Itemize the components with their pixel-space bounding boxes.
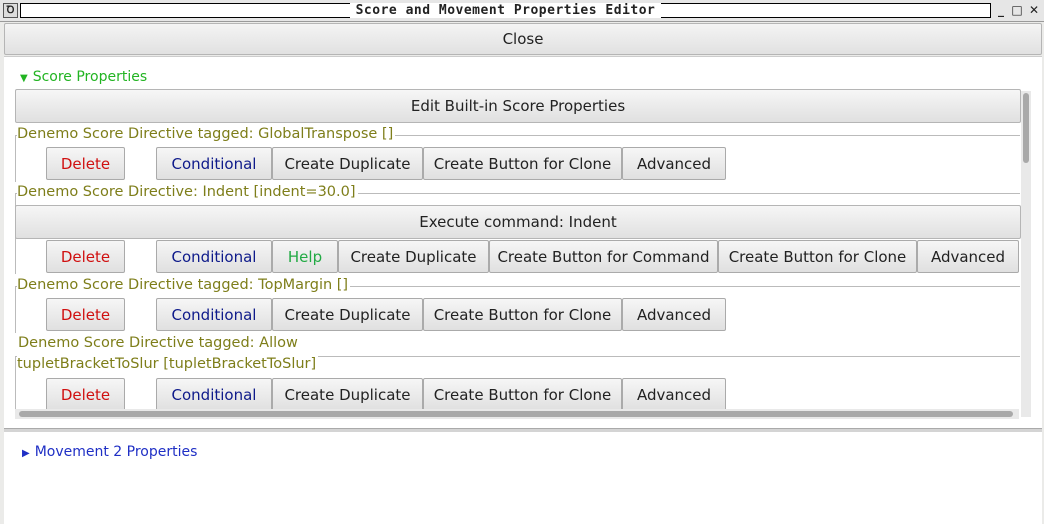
create-button-for-clone-button[interactable]: Create Button for Clone <box>423 378 622 411</box>
score-properties-expander[interactable]: ▼ Score Properties <box>20 69 147 85</box>
edit-builtin-score-properties-button[interactable]: Edit Built-in Score Properties <box>15 89 1021 123</box>
help-button[interactable]: Help <box>272 240 338 273</box>
conditional-button[interactable]: Conditional <box>156 298 272 331</box>
movement-2-properties-label: Movement 2 Properties <box>34 444 198 460</box>
directive-label: Denemo Score Directive tagged: TopMargin… <box>17 277 351 293</box>
movement-properties-panel: ▶ Movement 2 Properties <box>4 432 1042 524</box>
conditional-button[interactable]: Conditional <box>156 147 272 180</box>
create-button-for-clone-button[interactable]: Create Button for Clone <box>423 298 622 331</box>
create-button-for-clone-button[interactable]: Create Button for Clone <box>423 147 622 180</box>
create-duplicate-button[interactable]: Create Duplicate <box>272 378 423 411</box>
advanced-button[interactable]: Advanced <box>622 378 726 411</box>
directive-label: Denemo Score Directive tagged: GlobalTra… <box>17 126 396 142</box>
directive-label: Denemo Score Directive: Indent [indent=3… <box>17 184 358 200</box>
create-duplicate-button[interactable]: Create Duplicate <box>272 298 423 331</box>
horizontal-scrollbar[interactable] <box>15 409 1019 419</box>
advanced-button[interactable]: Advanced <box>622 147 726 180</box>
score-properties-label: Score Properties <box>32 69 148 85</box>
close-button[interactable]: Close <box>4 23 1042 55</box>
score-properties-scroll[interactable]: Edit Built-in Score Properties Denemo Sc… <box>15 89 1035 423</box>
title-line: Score and Movement Properties Editor <box>20 3 991 18</box>
conditional-button[interactable]: Conditional <box>156 378 272 411</box>
directive-label: Denemo Score Directive tagged: Allow <box>18 335 298 351</box>
horizontal-scrollbar-thumb[interactable] <box>19 411 1013 417</box>
score-properties-panel: ▼ Score Properties Edit Built-in Score Pr… <box>4 56 1042 429</box>
directive-label-continued: tupletBracketToSlur [tupletBracketToSlur… <box>17 356 319 372</box>
triangle-right-icon: ▶ <box>22 448 30 459</box>
execute-command-indent-button[interactable]: Execute command: Indent <box>15 205 1021 239</box>
advanced-button[interactable]: Advanced <box>917 240 1019 273</box>
window-title: Score and Movement Properties Editor <box>349 3 662 18</box>
maximize-icon[interactable]: □ <box>1010 3 1024 17</box>
create-button-for-command-button[interactable]: Create Button for Command <box>489 240 718 273</box>
vertical-scrollbar[interactable] <box>1021 91 1031 417</box>
delete-button[interactable]: Delete <box>46 240 125 273</box>
vertical-scrollbar-thumb[interactable] <box>1023 93 1029 163</box>
triangle-down-icon: ▼ <box>20 73 28 84</box>
delete-button[interactable]: Delete <box>46 147 125 180</box>
close-window-icon[interactable]: ✕ <box>1027 3 1041 17</box>
title-bar: Ꝺ Score and Movement Properties Editor _… <box>0 0 1044 22</box>
delete-button[interactable]: Delete <box>46 298 125 331</box>
minimize-icon[interactable]: _ <box>994 3 1008 17</box>
create-duplicate-button[interactable]: Create Duplicate <box>338 240 489 273</box>
advanced-button[interactable]: Advanced <box>622 298 726 331</box>
conditional-button[interactable]: Conditional <box>156 240 272 273</box>
movement-2-properties-expander[interactable]: ▶ Movement 2 Properties <box>22 444 197 460</box>
create-button-for-clone-button[interactable]: Create Button for Clone <box>718 240 917 273</box>
app-icon[interactable]: Ꝺ <box>3 3 18 18</box>
delete-button[interactable]: Delete <box>46 378 125 411</box>
create-duplicate-button[interactable]: Create Duplicate <box>272 147 423 180</box>
